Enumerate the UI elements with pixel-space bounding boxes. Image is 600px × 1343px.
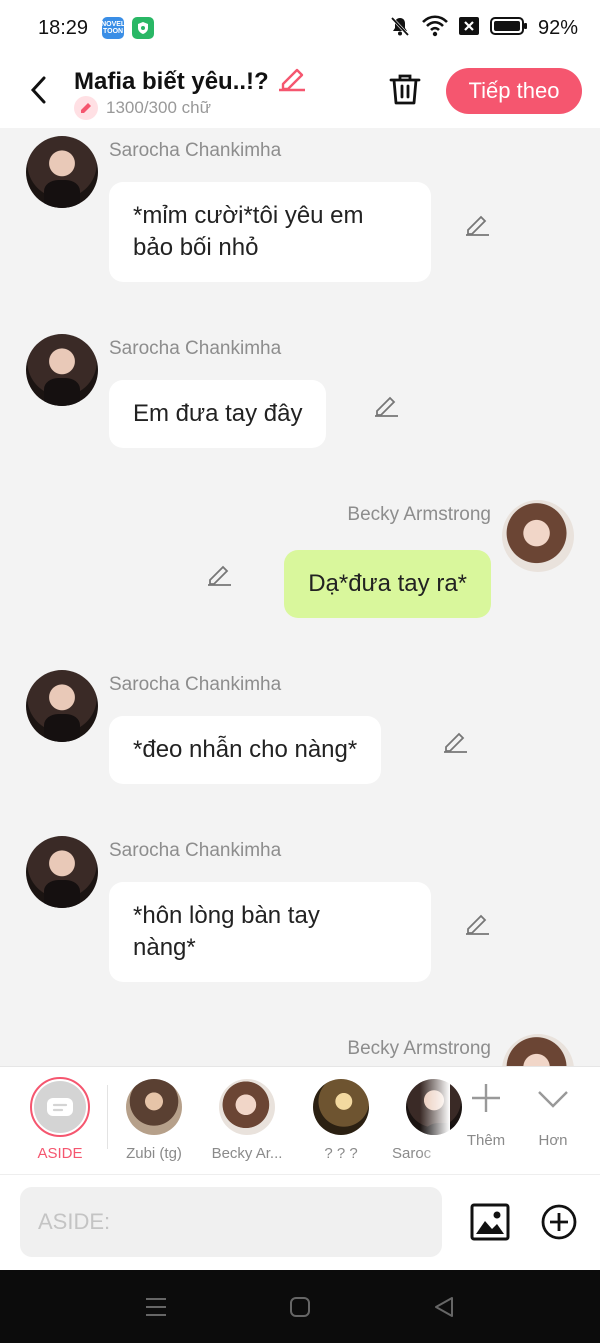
- battery-percentage: 92%: [537, 16, 578, 39]
- chevron-left-icon: [30, 76, 46, 104]
- battery-icon: [489, 16, 528, 41]
- sim-off-icon: [458, 15, 480, 42]
- avatar-sarocha[interactable]: [26, 836, 98, 908]
- character-label: Becky Ar...: [211, 1145, 283, 1162]
- character-label: ASIDE: [37, 1145, 83, 1162]
- aside-character-button[interactable]: [30, 1077, 90, 1137]
- add-character-button[interactable]: Thêm: [458, 1081, 514, 1149]
- message-line: *hôn lòng bàn tay: [133, 902, 320, 929]
- message-bubble[interactable]: *đeo nhẫn cho nàng*: [109, 716, 382, 784]
- security-app-icon: [132, 17, 155, 39]
- edit-message-icon[interactable]: [373, 392, 399, 418]
- add-character-label: Thêm: [466, 1132, 506, 1149]
- chat-bubble-icon: [47, 1098, 73, 1116]
- scroll-fade: [420, 1067, 450, 1167]
- recent-apps-icon[interactable]: [144, 1296, 168, 1318]
- chevron-down-icon: [538, 1091, 568, 1108]
- trash-icon: [389, 74, 421, 105]
- sender-name: Becky Armstrong: [347, 504, 491, 525]
- wifi-icon: [422, 14, 448, 42]
- word-count: 1300/300 chữ: [106, 98, 211, 117]
- avatar-sarocha[interactable]: [26, 136, 98, 208]
- insert-image-button[interactable]: [470, 1203, 510, 1241]
- mute-vibrate-icon: [388, 14, 412, 43]
- edit-message-icon[interactable]: [442, 728, 468, 754]
- chat-area[interactable]: Sarocha Chankimha *mỉm cười*tôi yêu em b…: [0, 128, 600, 1066]
- plus-icon: [472, 1084, 500, 1112]
- delete-button[interactable]: [388, 72, 422, 106]
- next-button[interactable]: Tiếp theo: [446, 68, 582, 114]
- more-characters-button[interactable]: Hơn: [525, 1081, 581, 1149]
- message-line: bảo bối nhỏ: [133, 234, 259, 261]
- edit-message-icon[interactable]: [206, 561, 232, 587]
- message-bubble[interactable]: Em đưa tay đây: [109, 380, 327, 448]
- sender-name: Becky Armstrong: [347, 1038, 491, 1059]
- plus-circle-icon: [541, 1204, 577, 1240]
- edit-title-icon[interactable]: [277, 64, 307, 99]
- back-nav-icon[interactable]: [432, 1296, 456, 1318]
- aside-icon-bg: [34, 1081, 86, 1133]
- character-avatar-zubi[interactable]: [126, 1079, 182, 1135]
- edit-message-icon[interactable]: [464, 910, 490, 936]
- sender-name: Sarocha Chankimha: [109, 338, 282, 359]
- novel-toon-app-icon: NOVEL TOON: [101, 17, 125, 39]
- word-count-row: 1300/300 chữ: [74, 96, 211, 120]
- avatar-sarocha[interactable]: [26, 334, 98, 406]
- avatar-sarocha[interactable]: [26, 670, 98, 742]
- home-icon[interactable]: [288, 1296, 312, 1318]
- status-time: 18:29: [38, 16, 89, 39]
- message-line: nàng*: [133, 934, 196, 961]
- sender-name: Sarocha Chankimha: [109, 140, 282, 161]
- character-selector: ASIDE Zubi (tg) Becky Ar... ? ? ? Saroc …: [0, 1066, 600, 1174]
- message-bubble[interactable]: Dạ*đưa tay ra*: [284, 550, 491, 618]
- system-navigation-bar: [0, 1270, 600, 1343]
- sender-name: Sarocha Chankimha: [109, 674, 282, 695]
- more-options-button[interactable]: [540, 1203, 578, 1241]
- image-icon: [470, 1203, 510, 1241]
- character-label: ? ? ?: [324, 1145, 358, 1162]
- input-bar: [0, 1174, 600, 1270]
- back-button[interactable]: [24, 74, 52, 106]
- more-characters-label: Hơn: [538, 1132, 568, 1149]
- avatar-becky[interactable]: [502, 1034, 574, 1066]
- character-label: Zubi (tg): [126, 1145, 182, 1162]
- story-title[interactable]: Mafia biết yêu..!?: [74, 64, 307, 99]
- pencil-icon: [74, 96, 98, 120]
- status-bar: 18:29 NOVEL TOON 92%: [0, 0, 600, 56]
- character-avatar-unknown[interactable]: [313, 1079, 369, 1135]
- app-header: Mafia biết yêu..!? 1300/300 chữ Tiếp the…: [0, 56, 600, 128]
- sender-name: Sarocha Chankimha: [109, 840, 282, 861]
- story-title-text: Mafia biết yêu..!?: [74, 67, 269, 95]
- divider: [107, 1085, 108, 1149]
- edit-message-icon[interactable]: [464, 211, 490, 237]
- character-avatar-becky[interactable]: [219, 1079, 275, 1135]
- message-bubble[interactable]: *hôn lòng bàn tay nàng*: [109, 882, 431, 982]
- avatar-becky[interactable]: [502, 500, 574, 572]
- message-line: *mỉm cười*tôi yêu em: [133, 202, 364, 229]
- message-input[interactable]: [20, 1187, 442, 1257]
- message-bubble[interactable]: *mỉm cười*tôi yêu em bảo bối nhỏ: [109, 182, 431, 282]
